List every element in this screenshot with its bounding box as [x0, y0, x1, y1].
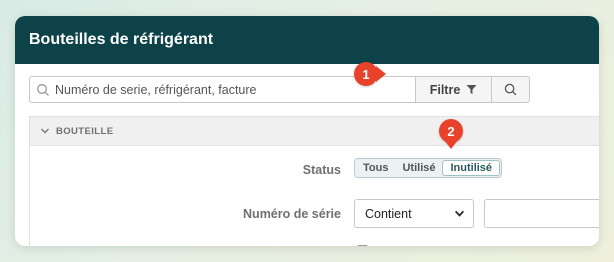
status-label: Status: [302, 163, 341, 177]
serial-operator-select[interactable]: Contient: [354, 199, 474, 228]
search-icon: [504, 83, 517, 96]
serial-number-label: Numéro de série: [243, 207, 341, 221]
refrigerant-bottles-panel: Bouteilles de réfrigérant Filtre: [15, 16, 599, 246]
search-icon: [37, 83, 49, 96]
chevron-down-icon: [455, 210, 464, 217]
annotation-arrow-1: [376, 66, 386, 82]
chevron-down-icon: [41, 128, 49, 134]
status-option-utilise[interactable]: Utilisé: [395, 160, 442, 176]
status-option-tous[interactable]: Tous: [356, 160, 395, 176]
section-title: BOUTEILLE: [56, 125, 114, 137]
search-button[interactable]: [492, 76, 530, 103]
serial-operator-value: Contient: [365, 206, 412, 221]
section-header-bouteille[interactable]: BOUTEILLE: [30, 117, 599, 146]
panel-header: Bouteilles de réfrigérant: [15, 16, 599, 64]
status-segmented-control: Tous Utilisé Inutilisé: [354, 158, 503, 178]
status-option-inutilise[interactable]: Inutilisé: [442, 160, 501, 176]
filter-button[interactable]: Filtre: [416, 76, 492, 103]
page-title: Bouteilles de réfrigérant: [29, 31, 214, 48]
annotation-arrow-2: [444, 140, 458, 149]
checkbox[interactable]: [357, 245, 368, 246]
annotation-marker-1: 1: [354, 62, 378, 86]
filter-button-label: Filtre: [429, 82, 461, 97]
funnel-icon: [466, 85, 477, 94]
search-bar: Filtre: [15, 64, 599, 111]
serial-number-input[interactable]: [484, 199, 599, 228]
bottle-filter-section: BOUTEILLE Status Tous Utilisé Inutilisé …: [29, 116, 599, 246]
